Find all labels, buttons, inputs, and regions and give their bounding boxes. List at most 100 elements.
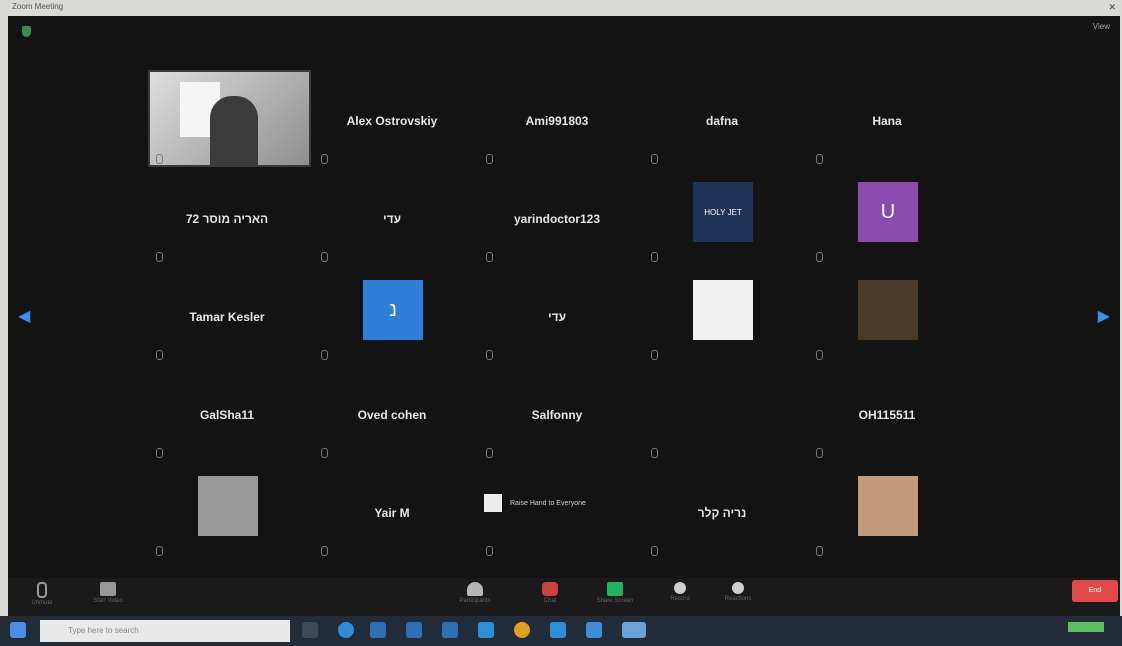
mic-muted-icon [816,448,823,458]
taskbar-app-icon[interactable] [586,622,602,638]
mail-icon[interactable] [442,622,458,638]
search-input[interactable]: Type here to search [40,620,290,642]
mic-muted-icon [321,252,328,262]
active-window-icon[interactable] [622,622,646,638]
people-icon [467,582,483,596]
shield-icon[interactable] [22,26,31,37]
battery-icon [1068,622,1104,632]
participant-name: Ami991803 [525,114,589,128]
zoom-icon[interactable] [550,622,566,638]
participant-video [148,70,311,167]
search-placeholder: Type here to search [68,626,139,635]
avatar: HOLY JET [693,182,753,242]
participant-tile[interactable]: HOLY JET [643,168,801,266]
participant-tile[interactable]: yarindoctor123 [478,168,636,266]
record-button[interactable]: Record [650,580,710,614]
avatar [693,280,753,340]
mic-muted-icon [321,350,328,360]
task-view-icon[interactable] [302,622,318,638]
chrome-icon[interactable] [514,622,530,638]
windows-start-icon[interactable] [10,622,26,638]
share-screen-icon [607,582,623,596]
participant-name: Tamar Kesler [189,310,265,324]
participant-tile[interactable]: עדי [313,168,471,266]
smile-icon [732,582,744,594]
mic-muted-icon [816,154,823,164]
mic-muted-icon [156,252,163,262]
participant-tile[interactable]: נ [313,266,471,364]
chevron-left-icon[interactable]: ◀ [18,306,30,326]
participant-tile[interactable]: dafna [643,70,801,168]
participant-tile[interactable]: עדי [478,266,636,364]
participant-tile[interactable] [808,266,966,364]
participant-tile[interactable] [148,462,306,560]
mic-muted-icon [486,252,493,262]
participant-name: נריה קלר [697,506,747,520]
microphone-icon [37,582,47,598]
mic-muted-icon [651,448,658,458]
participant-tile[interactable]: Oved cohen [313,364,471,462]
participant-name: OH115511 [858,408,916,422]
participant-name: עדי [382,212,402,226]
hand-icon [484,494,502,512]
participant-tile[interactable]: Alex Ostrovskiy [313,70,471,168]
participant-tile[interactable]: GalSha11 [148,364,306,462]
participant-name: עדי [547,310,567,324]
gallery-view: View Alex Ostrovskiy Ami991803 dafna Hana הא… [8,16,1120,578]
mic-muted-icon [816,350,823,360]
participant-tile[interactable]: נריה קלר [643,462,801,560]
chevron-right-icon[interactable]: ▶ [1098,306,1110,326]
app-icon[interactable] [478,622,494,638]
participant-name: האריה מוסר 72 [185,212,269,226]
view-button[interactable]: View [1093,22,1110,31]
participant-tile[interactable]: U [808,168,966,266]
share-screen-button[interactable]: Share Screen [585,580,645,614]
edge-icon[interactable] [338,622,354,638]
avatar [198,476,258,536]
mic-muted-icon [486,546,493,556]
window-title: Zoom Meeting [12,2,64,11]
mic-muted-icon [816,252,823,262]
participant-tile[interactable]: Tamar Kesler [148,266,306,364]
mic-muted-icon [321,546,328,556]
video-button[interactable]: Start Video [78,580,138,614]
participant-tile[interactable]: Ami991803 [478,70,636,168]
camera-icon [100,582,116,596]
mic-muted-icon [156,154,163,164]
chat-icon [542,582,558,596]
mic-muted-icon [321,154,328,164]
participant-tile[interactable]: Salfonny [478,364,636,462]
participant-tile[interactable]: Yair M [313,462,471,560]
mic-muted-icon [486,154,493,164]
participant-tile[interactable]: Raise Hand to Everyone [478,462,636,560]
participant-tile[interactable] [643,266,801,364]
participant-tile[interactable] [148,70,311,168]
close-icon[interactable]: ✕ [1108,2,1116,13]
mic-muted-icon [651,154,658,164]
mute-button[interactable]: Unmute [12,580,72,614]
mic-muted-icon [486,448,493,458]
participant-tile[interactable]: Hana [808,70,966,168]
reactions-button[interactable]: Reactions [708,580,768,614]
mic-muted-icon [816,546,823,556]
avatar: U [858,182,918,242]
participant-name: Yair M [374,506,410,520]
mic-muted-icon [486,350,493,360]
reaction-notice: Raise Hand to Everyone [484,494,586,512]
avatar: נ [363,280,423,340]
participant-name: GalSha11 [199,408,255,422]
participant-tile[interactable] [808,462,966,560]
participant-name: Alex Ostrovskiy [346,114,438,128]
file-explorer-icon[interactable] [370,622,386,638]
store-icon[interactable] [406,622,422,638]
chat-button[interactable]: Chat [520,580,580,614]
participant-tile[interactable]: האריה מוסר 72 [148,168,306,266]
participant-tile[interactable] [643,364,801,462]
participant-tile[interactable]: OH115511 [808,364,966,462]
end-button[interactable]: End [1072,580,1118,602]
record-icon [674,582,686,594]
mic-muted-icon [651,350,658,360]
participants-button[interactable]: Participants [445,580,505,614]
taskbar: Type here to search [0,616,1122,646]
mic-muted-icon [651,252,658,262]
